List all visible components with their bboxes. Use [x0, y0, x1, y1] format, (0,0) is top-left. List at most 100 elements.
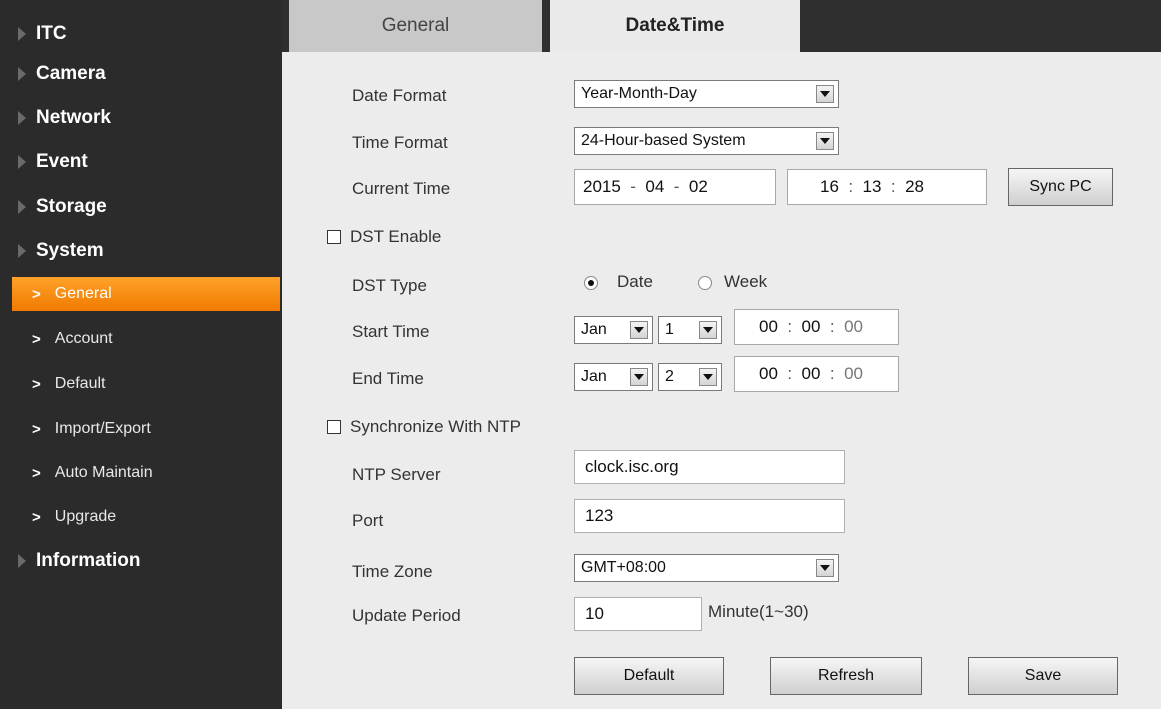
sidebar-item-upgrade[interactable]: > Upgrade [12, 500, 280, 534]
chevron-right-icon: > [32, 420, 41, 438]
menu-label: System [36, 240, 104, 261]
start-second-field[interactable]: 00 [844, 317, 863, 337]
sidebar: ITC Camera Network Event Storage System … [0, 0, 282, 709]
time-format-label: Time Format [352, 133, 448, 152]
menu-label: ITC [36, 23, 67, 44]
time-separator: : [838, 177, 863, 196]
update-period-label: Update Period [352, 606, 461, 625]
menu-network[interactable]: Network [0, 98, 282, 138]
menu-storage[interactable]: Storage [0, 187, 282, 227]
dropdown-arrow-icon [699, 368, 717, 386]
sidebar-item-label: General [54, 285, 112, 302]
date-separator: - [664, 177, 689, 196]
expand-arrow-icon [18, 27, 26, 41]
chevron-right-icon: > [32, 508, 41, 526]
expand-arrow-icon [18, 111, 26, 125]
sidebar-item-label: Import/Export [54, 420, 151, 437]
sidebar-item-label: Account [54, 330, 113, 347]
end-hour-field[interactable]: 00 [759, 364, 778, 384]
port-input[interactable]: 123 [574, 499, 845, 533]
tab-date-time[interactable]: Date&Time [550, 0, 800, 52]
menu-label: Camera [36, 63, 106, 84]
tab-general[interactable]: General [289, 0, 542, 52]
sidebar-item-label: Upgrade [54, 508, 117, 525]
hour-field[interactable]: 16 [820, 177, 839, 197]
dst-type-date-radio[interactable] [584, 276, 598, 290]
date-format-value: Year-Month-Day [581, 85, 697, 102]
expand-arrow-icon [18, 200, 26, 214]
ntp-server-label: NTP Server [352, 465, 441, 484]
sidebar-item-default[interactable]: > Default [12, 367, 280, 401]
month-field[interactable]: 04 [645, 177, 664, 197]
menu-system[interactable]: System [0, 231, 282, 271]
start-time-field[interactable]: 00 : 00 : 00 [734, 309, 899, 345]
day-field[interactable]: 02 [689, 177, 708, 197]
menu-label: Network [36, 107, 111, 128]
second-field[interactable]: 28 [905, 177, 924, 197]
sidebar-item-import-export[interactable]: > Import/Export [12, 412, 280, 446]
end-day-select[interactable]: 2 [658, 363, 722, 391]
dst-type-week-label: Week [724, 272, 768, 291]
time-separator: : [820, 317, 845, 336]
dst-type-week-radio[interactable] [698, 276, 712, 290]
sidebar-item-account[interactable]: > Account [12, 322, 280, 356]
menu-information[interactable]: Information [0, 541, 282, 581]
expand-arrow-icon [18, 67, 26, 81]
dst-type-date-label: Date [617, 272, 653, 291]
expand-arrow-icon [18, 155, 26, 169]
sidebar-item-label: Auto Maintain [54, 464, 153, 481]
end-second-field[interactable]: 00 [844, 364, 863, 384]
sidebar-item-general[interactable]: > General [12, 277, 280, 311]
dst-enable-checkbox[interactable] [327, 230, 341, 244]
end-minute-field[interactable]: 00 [802, 364, 821, 384]
current-time-label: Current Time [352, 179, 451, 198]
dropdown-arrow-icon [816, 85, 834, 103]
sync-pc-button[interactable]: Sync PC [1008, 168, 1113, 206]
start-month-value: Jan [581, 321, 607, 338]
date-time-panel: Date Format Year-Month-Day Time Format 2… [282, 52, 1161, 709]
time-separator: : [777, 364, 802, 383]
menu-camera[interactable]: Camera [0, 54, 282, 94]
default-button[interactable]: Default [574, 657, 724, 695]
date-separator: - [620, 177, 646, 196]
dropdown-arrow-icon [699, 321, 717, 339]
year-field[interactable]: 2015 [583, 177, 621, 197]
ntp-sync-checkbox[interactable] [327, 420, 341, 434]
save-button[interactable]: Save [968, 657, 1118, 695]
time-separator: : [820, 364, 845, 383]
start-minute-field[interactable]: 00 [802, 317, 821, 337]
port-label: Port [352, 511, 384, 530]
end-day-value: 2 [665, 368, 674, 385]
ntp-sync-label: Synchronize With NTP [350, 417, 521, 436]
minute-field[interactable]: 13 [863, 177, 882, 197]
end-month-select[interactable]: Jan [574, 363, 653, 391]
start-hour-field[interactable]: 00 [759, 317, 778, 337]
time-separator: : [881, 177, 906, 196]
ntp-server-input[interactable]: clock.isc.org [574, 450, 845, 484]
date-format-label: Date Format [352, 86, 447, 105]
menu-event[interactable]: Event [0, 142, 282, 182]
time-format-select[interactable]: 24-Hour-based System [574, 127, 839, 155]
dropdown-arrow-icon [816, 559, 834, 577]
current-date-field[interactable]: 2015 - 04 - 02 [574, 169, 776, 205]
time-zone-label: Time Zone [352, 562, 433, 581]
start-day-select[interactable]: 1 [658, 316, 722, 344]
current-time-field[interactable]: 16 : 13 : 28 [787, 169, 987, 205]
dropdown-arrow-icon [816, 132, 834, 150]
update-period-input[interactable]: 10 [574, 597, 702, 631]
update-period-unit: Minute(1~30) [708, 602, 809, 621]
dst-type-label: DST Type [352, 276, 427, 295]
menu-label: Information [36, 550, 141, 571]
end-time-label: End Time [352, 369, 424, 388]
refresh-button[interactable]: Refresh [770, 657, 922, 695]
date-format-select[interactable]: Year-Month-Day [574, 80, 839, 108]
end-month-value: Jan [581, 368, 607, 385]
sidebar-item-auto-maintain[interactable]: > Auto Maintain [12, 456, 280, 490]
start-month-select[interactable]: Jan [574, 316, 653, 344]
end-time-field[interactable]: 00 : 00 : 00 [734, 356, 899, 392]
chevron-right-icon: > [32, 330, 41, 348]
time-zone-select[interactable]: GMT+08:00 [574, 554, 839, 582]
dropdown-arrow-icon [630, 368, 648, 386]
menu-itc[interactable]: ITC [0, 14, 282, 54]
dropdown-arrow-icon [630, 321, 648, 339]
